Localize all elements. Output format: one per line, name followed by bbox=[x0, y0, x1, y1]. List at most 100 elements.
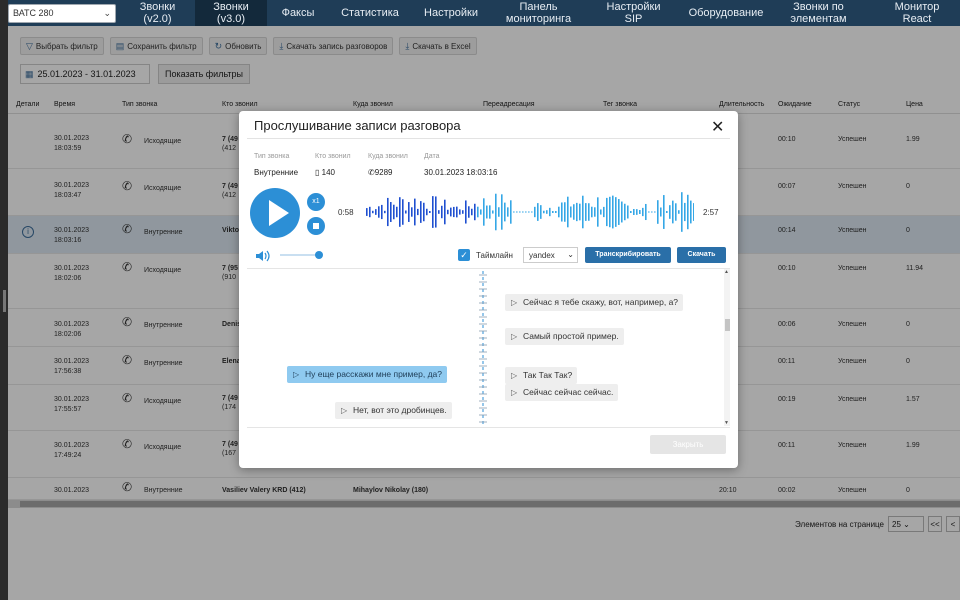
transcript-message-right[interactable]: ▷ Сейчас сейчас сейчас. bbox=[505, 384, 619, 401]
callee-value: ✆9289 bbox=[368, 168, 393, 177]
transcript-message-right[interactable]: ▷ Сейчас я тебе скажу, вот, например, а? bbox=[505, 294, 684, 311]
play-icon[interactable]: ▷ bbox=[511, 294, 517, 311]
nav-tab-monitoring-panel[interactable]: Панель мониторинга bbox=[491, 0, 586, 26]
waveform-bar bbox=[477, 206, 479, 218]
nav-tab-calls-by-elements[interactable]: Звонки по элементам bbox=[771, 0, 866, 26]
waveform-bar bbox=[555, 211, 557, 213]
nav-tab-label: Настройки bbox=[424, 7, 478, 19]
waveform-bar bbox=[447, 209, 449, 215]
nav-tab-calls-v3[interactable]: Звонки (v3.0) bbox=[195, 0, 267, 26]
total-time: 2:57 bbox=[703, 208, 719, 217]
transcript-panel: ▷ Сейчас я тебе скажу, вот, например, а? … bbox=[247, 268, 730, 428]
transcription-engine-select[interactable]: yandex ⌄ bbox=[523, 247, 578, 263]
volume-icon[interactable] bbox=[255, 250, 271, 262]
waveform-bar bbox=[423, 202, 425, 222]
nav-tab-statistics[interactable]: Статистика bbox=[329, 0, 411, 26]
play-icon[interactable]: ▷ bbox=[341, 402, 347, 419]
nav-tab-calls-v2[interactable]: Звонки (v2.0) bbox=[120, 0, 195, 26]
waveform-bar bbox=[486, 205, 488, 219]
nav-tab-sip-settings[interactable]: Настройки SIP bbox=[586, 0, 681, 26]
transcript-message-right[interactable]: ▷ Самый простой пример. bbox=[505, 328, 624, 345]
engine-value: yandex bbox=[529, 251, 555, 260]
waveform-bar bbox=[462, 210, 464, 214]
transcript-message-left[interactable]: ▷ Нет, вот это дробинцев. bbox=[335, 402, 452, 419]
message-text: Ну еще расскажи мне пример, да? bbox=[305, 369, 442, 379]
message-text: Сейчас сейчас сейчас. bbox=[523, 387, 614, 397]
play-icon[interactable]: ▷ bbox=[293, 366, 299, 383]
download-button[interactable]: Скачать bbox=[677, 247, 726, 263]
nav-tab-faxes[interactable]: Факсы bbox=[267, 0, 329, 26]
nav-tab-sublabel: React bbox=[902, 13, 932, 25]
waveform-bar bbox=[594, 207, 596, 217]
nav-tab-monitor-react[interactable]: Монитор React bbox=[878, 0, 956, 26]
waveform-bar bbox=[672, 200, 674, 224]
waveform-bar bbox=[597, 197, 599, 227]
waveform-bar bbox=[573, 204, 575, 220]
waveform-bar bbox=[366, 208, 368, 216]
play-button[interactable] bbox=[250, 188, 300, 238]
waveform-bar bbox=[576, 202, 578, 222]
caller-label: Кто звонил bbox=[315, 153, 351, 160]
caller-value: ▯ 140 bbox=[315, 168, 335, 177]
waveform-bar bbox=[525, 211, 527, 213]
play-icon[interactable]: ▷ bbox=[511, 367, 517, 384]
chevron-down-icon: ⌄ bbox=[103, 8, 111, 18]
waveform-bar bbox=[507, 207, 509, 217]
waveform-bar bbox=[540, 205, 542, 219]
transcribe-button[interactable]: Транскрибировать bbox=[585, 247, 671, 263]
play-icon[interactable]: ▷ bbox=[511, 328, 517, 345]
volume-slider[interactable] bbox=[280, 254, 320, 256]
waveform-bar bbox=[489, 205, 491, 219]
waveform-bar bbox=[378, 206, 380, 218]
waveform-bar bbox=[414, 198, 416, 226]
nav-tab-sublabel: SIP bbox=[624, 13, 643, 25]
waveform-bar bbox=[396, 206, 398, 218]
waveform-bar bbox=[399, 197, 401, 227]
call-type-value: Внутренние bbox=[254, 168, 299, 177]
close-button[interactable]: Закрыть bbox=[650, 435, 726, 454]
nav-tab-label: Панель bbox=[519, 1, 558, 13]
waveform-bar bbox=[537, 203, 539, 221]
top-navigation: ВАТС 280 ⌄ Звонки (v2.0) Звонки (v3.0) Фак… bbox=[0, 0, 960, 26]
volume-slider-knob[interactable] bbox=[315, 251, 323, 259]
waveform-bar bbox=[417, 208, 419, 216]
station-select[interactable]: ВАТС 280 ⌄ bbox=[8, 4, 116, 23]
left-edge-handle[interactable] bbox=[3, 290, 6, 312]
phone-icon: ✆ bbox=[368, 168, 375, 177]
waveform-bar bbox=[384, 210, 386, 214]
waveform-bar bbox=[375, 209, 377, 215]
nav-tab-sublabel: (v2.0) bbox=[143, 13, 172, 25]
scroll-down-icon[interactable]: ▼ bbox=[724, 420, 729, 426]
stop-button[interactable] bbox=[307, 217, 325, 235]
waveform-bar bbox=[405, 210, 407, 214]
speed-button[interactable]: x1 bbox=[307, 193, 325, 211]
play-icon[interactable]: ▷ bbox=[511, 384, 517, 401]
nav-tab-settings[interactable]: Настройки bbox=[411, 0, 491, 26]
waveform-bar bbox=[684, 202, 686, 222]
waveform-bar bbox=[591, 206, 593, 218]
timeline-label: Таймлайн bbox=[476, 251, 513, 260]
transcript-message-left[interactable]: ▷ Ну еще расскажи мне пример, да? bbox=[287, 366, 447, 383]
nav-tab-equipment[interactable]: Оборудование bbox=[681, 0, 771, 26]
audio-waveform[interactable] bbox=[364, 189, 694, 235]
waveform-bar bbox=[393, 204, 395, 220]
waveform-bar bbox=[585, 203, 587, 221]
waveform-bar bbox=[609, 196, 611, 228]
waveform-bar bbox=[387, 197, 389, 227]
waveform-bar bbox=[468, 206, 470, 218]
timeline-checkbox[interactable]: ✓ bbox=[458, 249, 470, 261]
nav-tab-sublabel: элементам bbox=[790, 13, 847, 25]
waveform-bar bbox=[372, 210, 374, 214]
transcript-scrollbar[interactable]: ▲ ▼ bbox=[724, 269, 730, 426]
close-icon[interactable]: ✕ bbox=[711, 117, 724, 137]
scroll-up-icon[interactable]: ▲ bbox=[724, 269, 729, 275]
waveform-bar bbox=[474, 203, 476, 221]
waveform-bar bbox=[411, 207, 413, 217]
waveform-bar bbox=[648, 211, 650, 213]
waveform-bar bbox=[693, 203, 694, 221]
scrollbar-thumb[interactable] bbox=[725, 319, 730, 331]
transcript-message-right[interactable]: ▷ Так Так Так? bbox=[505, 367, 578, 384]
waveform-bar bbox=[453, 206, 455, 218]
waveform-bar bbox=[678, 210, 680, 214]
waveform-bar bbox=[669, 205, 671, 219]
